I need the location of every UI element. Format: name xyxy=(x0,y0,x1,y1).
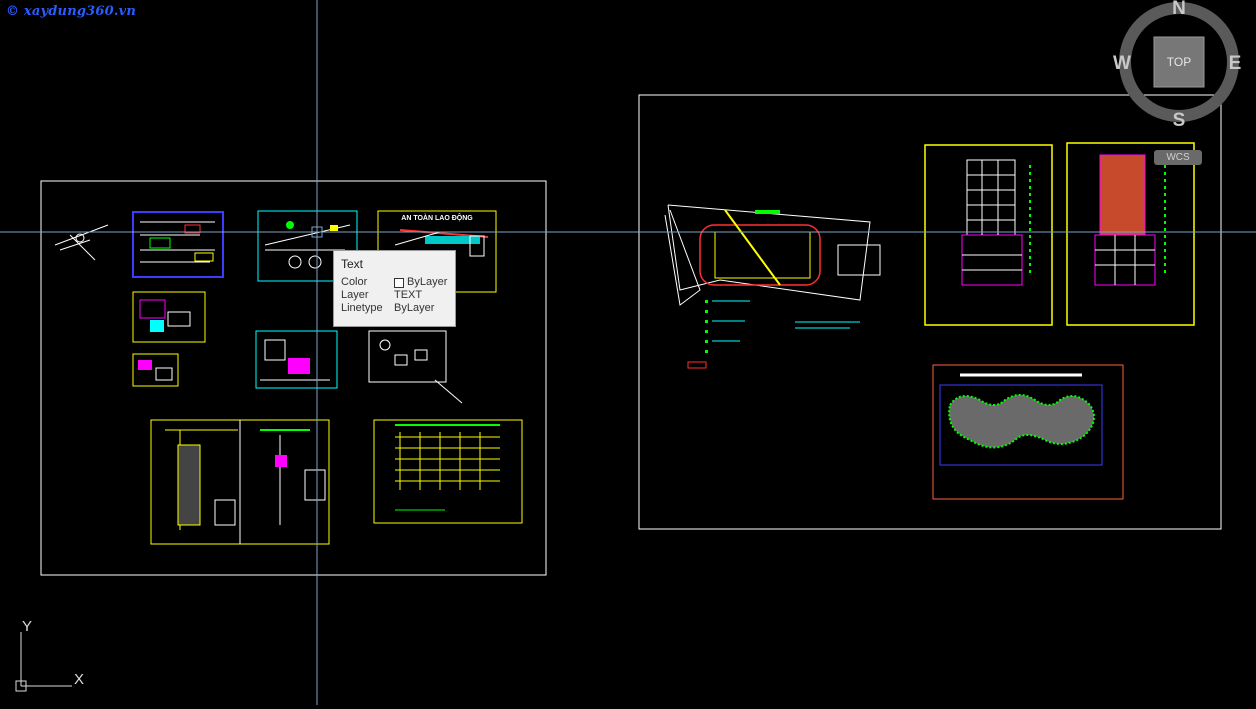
compass-east[interactable]: E xyxy=(1229,53,1242,74)
compass-south[interactable]: S xyxy=(1173,110,1186,131)
sheet-detail-6[interactable] xyxy=(255,330,338,389)
sheet-elevation[interactable] xyxy=(373,419,523,524)
sheet-detail-7[interactable] xyxy=(368,330,463,404)
sheet-detail-5[interactable] xyxy=(132,353,179,387)
tooltip-key: Layer xyxy=(341,289,369,301)
color-swatch-icon xyxy=(394,277,404,288)
sheet-crane[interactable] xyxy=(150,419,330,545)
wcs-menu-button[interactable]: WCS xyxy=(1154,150,1202,165)
rollover-tooltip: Text Color ByLayer Layer TEXT Linetype B… xyxy=(333,250,456,327)
ucs-y-label: Y xyxy=(22,618,32,635)
tooltip-key: Color xyxy=(341,276,368,288)
tooltip-value: ByLayer xyxy=(394,302,435,314)
tooltip-value: ByLayer xyxy=(407,276,448,288)
viewcube[interactable]: TOP N S E W xyxy=(1113,0,1241,131)
tooltip-value: TEXT xyxy=(394,289,423,301)
survey-symbol xyxy=(54,224,109,261)
model-space-canvas[interactable]: AN TOÀN LAO ĐỘNG TOP N S E W Y X xyxy=(0,0,1256,705)
tooltip-key: Linetype xyxy=(341,302,383,314)
tooltip-title: Text xyxy=(341,257,364,271)
sheet-building-elevation-a[interactable] xyxy=(924,144,1053,326)
ucs-x-label: X xyxy=(74,671,84,688)
sheet-floor-plan[interactable] xyxy=(932,364,1124,500)
tooltip-row-linetype: Linetype ByLayer xyxy=(341,302,448,315)
watermark: © xaydung360.vn xyxy=(6,4,137,19)
tooltip-row-color: Color ByLayer xyxy=(341,276,448,289)
ucs-icon: Y X xyxy=(15,618,84,692)
drawing-viewport[interactable]: AN TOÀN LAO ĐỘNG TOP N S E W Y X © xaydu… xyxy=(0,0,1256,705)
sheet-building-elevation-b[interactable] xyxy=(1066,142,1195,326)
compass-north[interactable]: N xyxy=(1172,0,1186,19)
compass-west[interactable]: W xyxy=(1113,53,1131,74)
sheet-site-plan[interactable] xyxy=(664,204,881,369)
safety-sheet-title: AN TOÀN LAO ĐỘNG xyxy=(401,213,473,222)
sheet-detail-1[interactable] xyxy=(132,211,224,278)
tooltip-row-layer: Layer TEXT xyxy=(341,289,448,302)
viewcube-top-label: TOP xyxy=(1167,55,1191,69)
sheet-detail-4[interactable] xyxy=(132,291,206,343)
